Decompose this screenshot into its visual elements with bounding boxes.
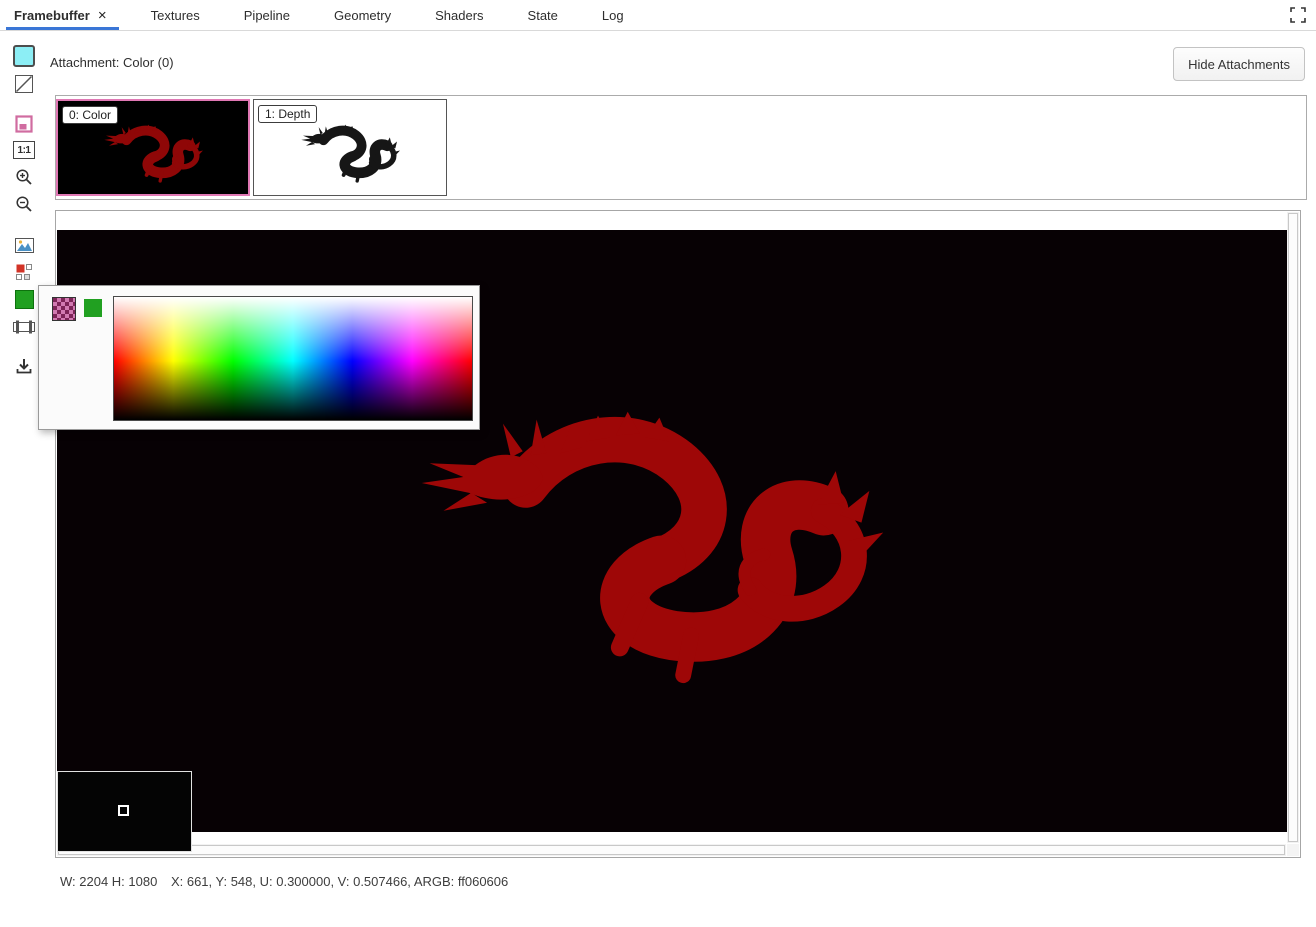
one-to-one-icon: 1:1	[13, 141, 35, 159]
save-icon	[15, 357, 33, 375]
minimap-cursor	[118, 805, 129, 816]
image-view-button[interactable]	[12, 233, 36, 257]
attachment-thumbnail-color[interactable]: 0: Color	[56, 99, 250, 196]
channels-icon	[16, 264, 32, 280]
horizontal-scrollbar-thumb[interactable]	[58, 845, 1285, 855]
tab-geometry[interactable]: Geometry	[312, 0, 413, 30]
color-picker-popup	[38, 285, 480, 430]
color-attachment-preview	[93, 114, 213, 186]
tab-bar: Framebuffer × Textures Pipeline Geometry…	[0, 0, 1316, 31]
save-button[interactable]	[12, 354, 36, 378]
hsv-gradient-field[interactable]	[113, 296, 473, 421]
pink-checker-swatch[interactable]	[52, 297, 76, 321]
pixel-context-minimap[interactable]	[57, 771, 192, 852]
tab-label: Framebuffer	[14, 8, 90, 23]
background-color-swatch[interactable]	[12, 44, 36, 68]
cyan-swatch-icon	[13, 45, 35, 67]
depth-attachment-preview	[290, 114, 410, 186]
zoom-actual-size-button[interactable]: 1:1	[12, 138, 36, 162]
attachment-label: 1: Depth	[258, 105, 317, 123]
scrollbar-corner	[1287, 844, 1299, 856]
fit-to-window-icon	[15, 115, 33, 133]
tab-shaders[interactable]: Shaders	[413, 0, 505, 30]
zoom-in-button[interactable]	[12, 165, 36, 189]
image-size-text: W: 2204 H: 1080	[60, 874, 157, 889]
channels-button[interactable]	[12, 260, 36, 284]
fit-to-window-button[interactable]	[12, 112, 36, 136]
attachment-title: Attachment: Color (0)	[50, 55, 174, 70]
zoom-out-button[interactable]	[12, 192, 36, 216]
green-swatch[interactable]	[84, 299, 102, 317]
tab-log[interactable]: Log	[580, 0, 646, 30]
close-icon[interactable]: ×	[98, 8, 107, 23]
tab-textures[interactable]: Textures	[129, 0, 222, 30]
alpha-diagonal-icon	[15, 75, 33, 93]
horizontal-scrollbar[interactable]	[57, 844, 1286, 856]
green-swatch-icon	[15, 290, 34, 309]
hide-attachments-button[interactable]: Hide Attachments	[1173, 47, 1305, 81]
range-control-button[interactable]	[12, 315, 36, 339]
vertical-scrollbar-thumb[interactable]	[1288, 213, 1298, 842]
picked-color-swatch[interactable]	[12, 287, 36, 311]
status-bar: W: 2204 H: 1080 X: 661, Y: 548, U: 0.300…	[60, 874, 518, 889]
tab-pipeline[interactable]: Pipeline	[222, 0, 312, 30]
fullscreen-icon[interactable]	[1290, 7, 1306, 23]
tab-framebuffer[interactable]: Framebuffer ×	[0, 0, 129, 30]
vertical-scrollbar[interactable]	[1287, 212, 1299, 843]
zoom-in-icon	[15, 168, 33, 186]
zoom-out-icon	[15, 195, 33, 213]
range-icon	[13, 320, 35, 334]
attachment-label: 0: Color	[62, 106, 118, 124]
attachments-strip: 0: Color 1: Depth	[55, 95, 1307, 200]
attachment-thumbnail-depth[interactable]: 1: Depth	[253, 99, 447, 196]
image-icon	[15, 238, 34, 253]
pixel-info-text: X: 661, Y: 548, U: 0.300000, V: 0.507466…	[171, 874, 508, 889]
alpha-background-button[interactable]	[12, 72, 36, 96]
tab-state[interactable]: State	[506, 0, 580, 30]
